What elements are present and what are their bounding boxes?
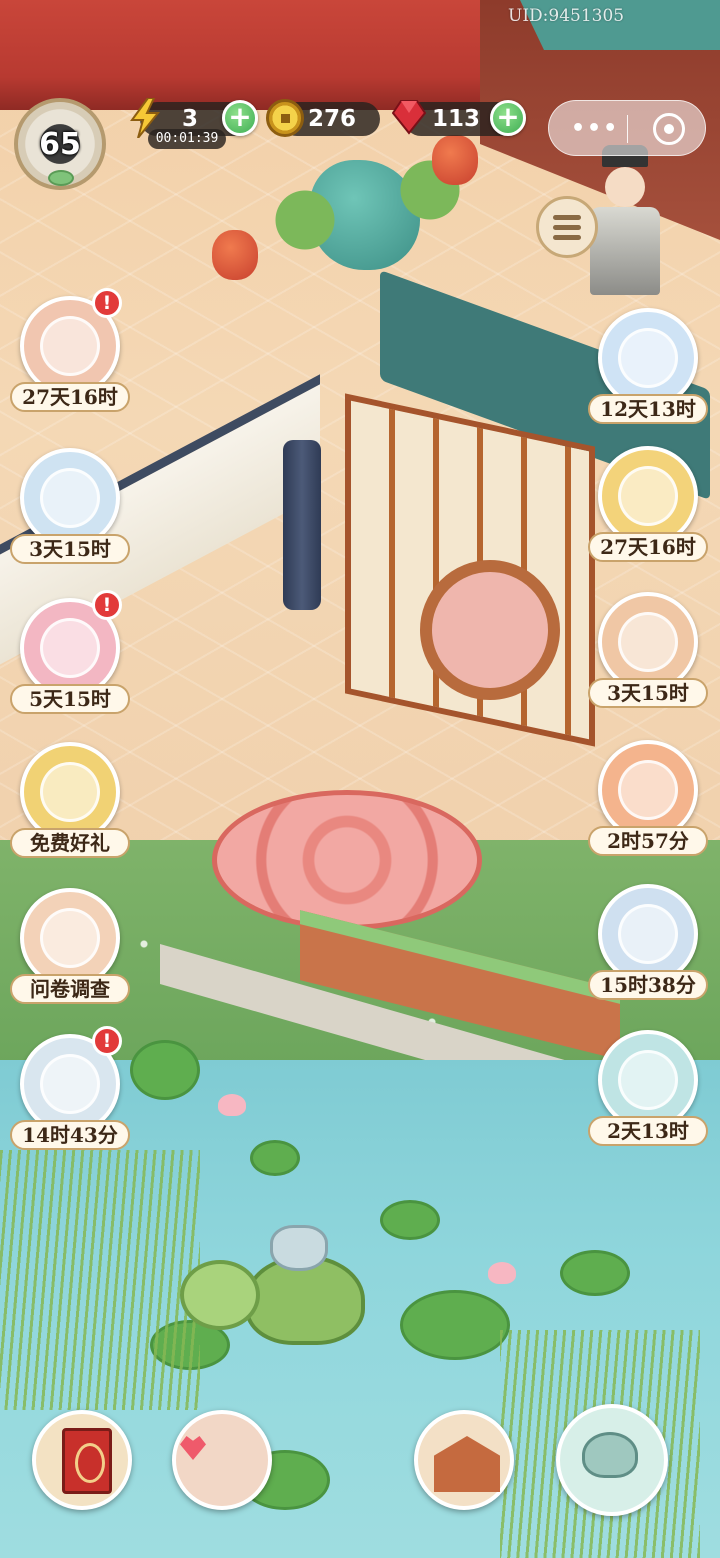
event-button-right-5[interactable]: 15时38分 (588, 884, 708, 1014)
event-timer-label: 2时57分 (588, 826, 708, 856)
event-timer-label: 3天15时 (588, 678, 708, 708)
event-timer-label: 15时38分 (588, 970, 708, 1000)
npc-robe (590, 207, 660, 295)
event-art (598, 884, 698, 984)
round-rug[interactable] (212, 790, 482, 930)
alert-badge-icon: ! (92, 288, 122, 318)
player-level: 65 (39, 126, 81, 162)
gem-value: 113 (432, 106, 481, 132)
add-gem-button[interactable]: + (490, 100, 526, 136)
alert-badge-icon: ! (92, 590, 122, 620)
event-button-right-3[interactable]: 3天15时 (588, 592, 708, 722)
event-timer-label: 14时43分 (10, 1120, 130, 1150)
lily-pad (130, 1040, 200, 1100)
capsule-divider (627, 115, 628, 143)
character-portrait-icon (40, 1054, 100, 1114)
characters-button[interactable] (172, 1410, 272, 1510)
teahouse-button[interactable] (556, 1404, 668, 1516)
npc-character[interactable] (590, 145, 660, 295)
list-icon[interactable] (536, 196, 598, 258)
potted-tree (270, 180, 340, 260)
gold-coin-icon (266, 99, 304, 137)
moon-gate[interactable] (420, 560, 560, 700)
blue-pillar (283, 440, 321, 610)
event-button-left-6[interactable]: 14时43分 ! (10, 1026, 130, 1164)
miniprogram-capsule: ••• (548, 100, 706, 156)
scroll-letter-icon (40, 316, 100, 376)
heart-icon (180, 1436, 206, 1460)
target-close-icon[interactable] (653, 113, 685, 145)
red-book-icon (62, 1428, 112, 1494)
event-art (20, 888, 120, 988)
shop-house-icon (434, 1436, 500, 1492)
cat-giftbox-icon (618, 1050, 678, 1110)
willow-tree (0, 1150, 200, 1410)
lotus-flower (218, 1094, 246, 1116)
event-timer-label: 12天13时 (588, 394, 708, 424)
event-button-right-6[interactable]: 2天13时 (588, 1030, 708, 1160)
survey-scroll-icon (40, 908, 100, 968)
event-button-left-5[interactable]: 问卷调查 (10, 888, 130, 1018)
event-art (598, 308, 698, 408)
event-art (20, 742, 120, 842)
alert-badge-icon: ! (92, 1026, 122, 1056)
cat-cloud-icon (618, 328, 678, 388)
event-art (598, 592, 698, 692)
flower-fan-icon (40, 618, 100, 678)
event-art (598, 446, 698, 546)
add-energy-button[interactable]: + (222, 100, 258, 136)
coin-value: 276 (308, 106, 357, 132)
event-timer-label: 27天16时 (10, 382, 130, 412)
red-gem-icon (392, 99, 426, 135)
lily-pad (380, 1200, 440, 1240)
fox-icon (40, 468, 100, 528)
event-timer-label: 5天15时 (10, 684, 130, 714)
user-id: UID:9451305 (508, 6, 625, 26)
energy-timer: 00:01:39 (148, 129, 226, 149)
red-lantern (432, 135, 478, 185)
event-timer-label: 27天16时 (588, 532, 708, 562)
grey-cat[interactable] (270, 1225, 328, 1271)
turtle-head[interactable] (180, 1260, 260, 1330)
event-art (598, 740, 698, 840)
event-timer-label: 3天15时 (10, 534, 130, 564)
red-envelope-icon (618, 466, 678, 526)
event-button-left-1[interactable]: 27天16时 ! (10, 288, 130, 426)
survey-label: 问卷调查 (10, 974, 130, 1004)
event-button-left-2[interactable]: 3天15时 (10, 448, 130, 578)
gift-knot-icon (40, 762, 100, 822)
event-art (598, 1030, 698, 1130)
event-button-right-4[interactable]: 2时57分 (588, 740, 708, 870)
event-button-right-2[interactable]: 27天16时 (588, 446, 708, 576)
lily-pad (400, 1290, 510, 1360)
teapot-icon (582, 1432, 638, 1478)
event-timer-label: 2天13时 (588, 1116, 708, 1146)
event-art (20, 448, 120, 548)
treasure-chest-icon (618, 760, 678, 820)
red-lantern (212, 230, 258, 280)
leaf-icon (48, 170, 74, 186)
plus-one-scroll-icon (618, 904, 678, 964)
event-button-left-3[interactable]: 5天15时 ! (10, 590, 130, 728)
more-dots-icon[interactable]: ••• (571, 118, 619, 140)
event-button-right-1[interactable]: 12天13时 (588, 308, 708, 438)
lily-pad (250, 1140, 300, 1176)
journal-book-button[interactable] (32, 1410, 132, 1510)
lotus-flower (488, 1262, 516, 1284)
npc-face (605, 167, 645, 207)
lily-pad (560, 1250, 630, 1296)
event-button-left-4[interactable]: 免费好礼 (10, 742, 130, 872)
lucky-cat-icon (618, 612, 678, 672)
free-gift-label: 免费好礼 (10, 828, 130, 858)
shop-button[interactable] (414, 1410, 514, 1510)
